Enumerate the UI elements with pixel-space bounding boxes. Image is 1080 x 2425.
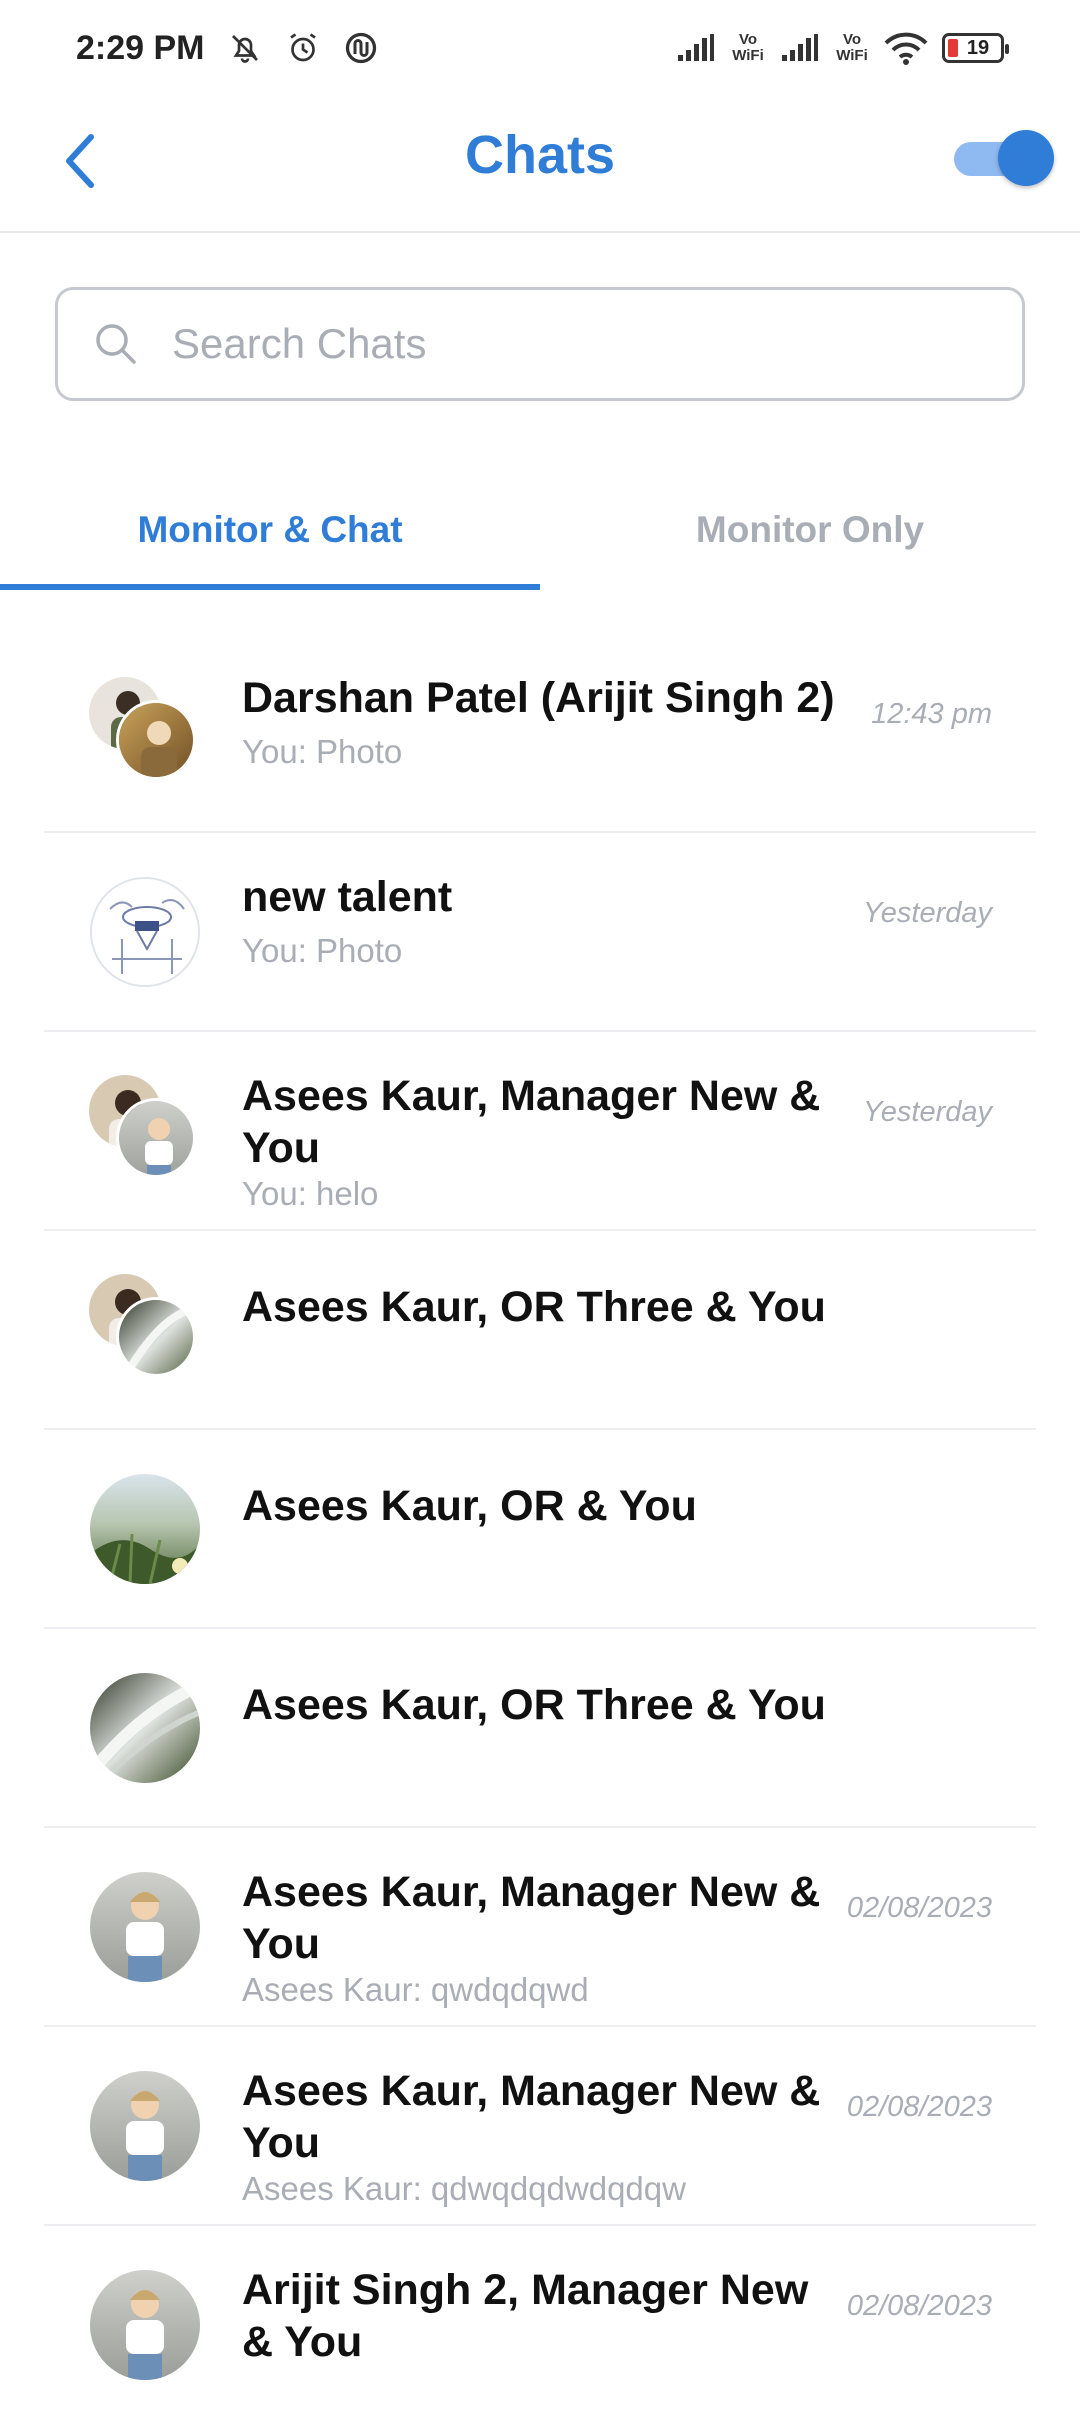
mute-bell-icon	[231, 35, 258, 63]
avatar	[86, 674, 206, 794]
chat-time: 02/08/2023	[846, 2091, 992, 2123]
chat-name: Asees Kaur, OR Three & You	[242, 1283, 826, 1331]
chat-name: Asees Kaur, Manager New & You	[242, 2067, 821, 2167]
chat-name: new talent	[242, 873, 453, 921]
chat-name: Darshan Patel (Arijit Singh 2)	[242, 674, 835, 722]
monitor-toggle[interactable]	[952, 128, 1056, 188]
chat-preview: You: Photo	[242, 733, 403, 770]
chat-row[interactable]: Darshan Patel (Arijit Singh 2) You: Phot…	[44, 634, 1036, 833]
tab-monitor-only[interactable]: Monitor Only	[540, 470, 1080, 590]
avatar	[86, 873, 206, 993]
avatar	[86, 1072, 206, 1192]
search-icon	[96, 324, 136, 364]
chat-row[interactable]: Asees Kaur, OR & You	[44, 1430, 1036, 1629]
avatar-image	[90, 1673, 200, 1783]
wifi-icon	[884, 32, 928, 65]
chat-time: 02/08/2023	[846, 2290, 992, 2322]
battery-indicator: 19	[942, 33, 1009, 63]
avatar	[86, 2266, 206, 2386]
chat-name: Asees Kaur, Manager New & You	[242, 1072, 821, 1172]
search-box[interactable]	[55, 287, 1025, 401]
chat-preview: You: Photo	[242, 932, 403, 969]
chat-row[interactable]: Asees Kaur, Manager New & You You: helo …	[44, 1032, 1036, 1231]
avatar-image	[90, 1872, 200, 1982]
chat-name: Asees Kaur, OR Three & You	[242, 1681, 826, 1729]
avatar-front	[116, 1297, 196, 1377]
avatar-image	[90, 1474, 200, 1584]
chat-row[interactable]: new talent You: Photo Yesterday	[44, 833, 1036, 1032]
search-input[interactable]	[172, 320, 972, 368]
app-bar: Chats	[0, 96, 1080, 233]
chat-row[interactable]: Asees Kaur, OR Three & You	[44, 1231, 1036, 1430]
chat-time: 02/08/2023	[846, 1892, 992, 1924]
avatar	[86, 1470, 206, 1590]
chat-name: Asees Kaur, Manager New & You	[242, 1868, 821, 1968]
chat-name: Arijit Singh 2, Manager New & You	[242, 2266, 809, 2366]
avatar-image	[90, 877, 200, 987]
chat-time: Yesterday	[863, 897, 992, 929]
avatar	[86, 1271, 206, 1391]
avatar-front	[116, 1098, 196, 1178]
tab-bar: Monitor & Chat Monitor Only	[0, 470, 1080, 590]
avatar-image	[90, 2270, 200, 2380]
chat-time: Yesterday	[863, 1096, 992, 1128]
signal-icon	[678, 34, 714, 61]
avatar-image	[90, 2071, 200, 2181]
chat-row[interactable]: Asees Kaur, Manager New & You Asees Kaur…	[44, 2027, 1036, 2226]
chat-name: Asees Kaur, OR & You	[242, 1482, 697, 1530]
signal-icon-2	[782, 34, 818, 61]
avatar	[86, 2067, 206, 2187]
chat-preview: You: helo	[242, 1175, 379, 1212]
chat-list: Darshan Patel (Arijit Singh 2) You: Phot…	[0, 634, 1080, 2425]
active-tab-indicator	[0, 584, 540, 590]
alarm-icon	[289, 33, 316, 62]
chat-preview: Asees Kaur: qwdqdqwd	[242, 1971, 589, 2008]
avatar	[86, 1669, 206, 1789]
toggle-knob	[998, 130, 1054, 186]
battery-level: 19	[966, 36, 990, 59]
avatar	[86, 1868, 206, 1988]
chat-preview: Asees Kaur: qdwqdqdwdqdqw	[242, 2170, 686, 2207]
status-bar: 2:29 PM Vo WiFi Vo WiFi 19	[0, 0, 1080, 96]
chat-row[interactable]: Asees Kaur, OR Three & You	[44, 1629, 1036, 1828]
chat-time: 12:43 pm	[871, 698, 992, 730]
app-notification-icon	[345, 32, 376, 64]
chat-row[interactable]: Arijit Singh 2, Manager New & You 02/08/…	[44, 2226, 1036, 2425]
chat-row[interactable]: Asees Kaur, Manager New & You Asees Kaur…	[44, 1828, 1036, 2027]
status-time: 2:29 PM	[76, 28, 205, 67]
vowifi-label-2: Vo WiFi	[836, 31, 868, 64]
page-title: Chats	[464, 125, 616, 185]
avatar-front	[116, 700, 196, 780]
tab-monitor-and-chat[interactable]: Monitor & Chat	[0, 470, 540, 590]
vowifi-label: Vo WiFi	[732, 31, 764, 64]
